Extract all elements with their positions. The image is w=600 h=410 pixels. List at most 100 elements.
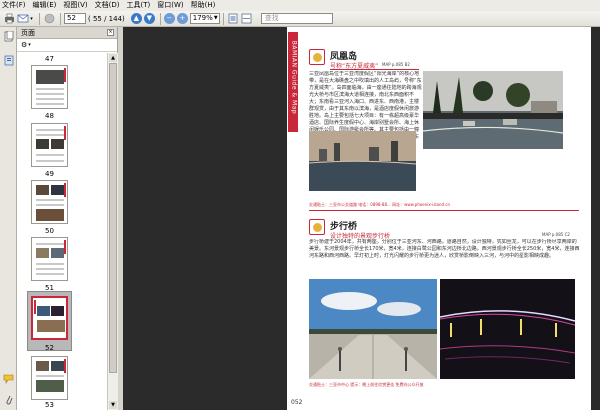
menu-view[interactable]: 视图(V) <box>63 0 87 11</box>
side-banner: BAMIAN Guide & Map <box>288 32 298 132</box>
thumbnail-marker <box>64 240 66 254</box>
arrow-down-icon: ▼ <box>146 14 152 22</box>
page-number-input[interactable]: 52 <box>64 13 86 24</box>
paperclip-icon[interactable] <box>3 394 14 405</box>
section2-text: 步行桥建于2004年，共有两座，分别位于三亚河东、河西路。道路自然，设计独特，犹… <box>309 239 580 259</box>
thumbnail-photo <box>36 248 49 258</box>
zoom-out-button[interactable]: − <box>163 13 175 24</box>
page-input-group: 52 ( 55 / 144) <box>64 13 129 25</box>
minus-icon: − <box>166 14 173 22</box>
thumbnail-scrollbar[interactable]: ▲ ▼ <box>107 53 118 410</box>
section1-text-continued <box>418 151 583 195</box>
chevron-down-icon: ▾ <box>30 15 33 22</box>
section1-map-tag: MAP p.085 B2 <box>382 62 410 67</box>
chevron-down-icon: ▼ <box>213 15 218 21</box>
thumbnail-list: 47 48 49 50 51 52 53 <box>17 53 107 410</box>
page-thumbnail[interactable] <box>31 296 68 340</box>
search-input[interactable]: 查找 <box>260 13 333 24</box>
section2-map-tag: MAP p.085 C2 <box>542 232 570 237</box>
document-page: BAMIAN Guide & Map 凤凰岛 号称“东方夏威夷” MAP p.0… <box>287 27 591 410</box>
fit-width-button[interactable] <box>241 13 253 25</box>
menu-edit[interactable]: 编辑(E) <box>33 0 57 11</box>
menu-bar: 文件(F) 编辑(E) 视图(V) 文档(D) 工具(T) 窗口(W) 帮助(H… <box>0 0 600 11</box>
thumbnail-photo <box>37 306 50 316</box>
pages-panel-header: 页面 × <box>17 27 117 39</box>
menu-window[interactable]: 窗口(W) <box>157 0 183 11</box>
thumbnail-line <box>36 154 64 156</box>
envelope-icon <box>17 13 29 25</box>
next-page-button[interactable]: ▼ <box>143 13 155 24</box>
zoom-level-select[interactable]: 179% ▼ <box>189 13 220 24</box>
scroll-down-icon[interactable]: ▼ <box>109 401 117 409</box>
page-thumbnail[interactable] <box>31 237 68 281</box>
toolbar-separator <box>60 12 61 25</box>
toolbar-separator <box>159 12 161 25</box>
thumbnail-line <box>36 204 64 206</box>
thumbnail-photo <box>36 209 64 221</box>
pages-panel-icon[interactable] <box>3 31 14 42</box>
thumbnail-line <box>36 263 64 265</box>
side-banner-text: BAMIAN Guide & Map <box>290 40 298 115</box>
thumbnail-photo <box>51 306 64 316</box>
menu-tools[interactable]: 工具(T) <box>127 0 151 11</box>
section1-photo-top <box>423 71 563 149</box>
thumbnail-line <box>36 129 64 131</box>
page-count-label: ( 55 / 144) <box>88 14 125 23</box>
toolbar: ▾ 52 ( 55 / 144) ▲ ▼ − + 179% ▼ 查找 <box>0 11 600 27</box>
document-background <box>123 27 287 410</box>
menu-file[interactable]: 文件(F) <box>2 0 26 11</box>
thumbnail-marker <box>64 359 66 373</box>
section-logo-icon <box>309 219 325 235</box>
page-thumbnail[interactable] <box>31 356 68 400</box>
thumbnail-marker <box>64 183 66 197</box>
pages-panel: 页面 × ⚙ ▾ 47 48 49 50 51 52 53 ▲ ▼ <box>17 27 118 410</box>
hand-tool-button[interactable] <box>43 13 55 25</box>
fit-page-button[interactable] <box>227 13 239 25</box>
section2-photo-left <box>309 279 437 379</box>
thumbnail-label: 47 <box>45 55 54 63</box>
thumbnail-marker <box>64 68 66 82</box>
pages-panel-title: 页面 <box>21 28 35 37</box>
section2-info: 交通贴士：三亚市中心 提示：晚上前往欣赏更佳 免费向公众开放 <box>309 382 424 387</box>
thumbnail-photo <box>36 70 64 84</box>
section1-info: 交通贴士：三亚市公交道路 电话：0898-88... 网址：www.phoeni… <box>309 202 451 207</box>
thumbnail-photo <box>36 380 64 392</box>
scroll-up-icon[interactable]: ▲ <box>109 54 117 62</box>
chevron-down-icon: ▾ <box>28 42 31 48</box>
page-thumbnail[interactable] <box>31 65 68 109</box>
section1-photo-bottom <box>309 131 416 191</box>
options-icon: ⚙ <box>21 41 28 49</box>
previous-page-button[interactable]: ▲ <box>130 13 142 24</box>
thumbnail-photo <box>36 139 49 149</box>
thumbnail-line <box>36 273 64 275</box>
bookmarks-icon[interactable] <box>3 55 14 66</box>
section-divider <box>309 210 579 211</box>
thumbnail-line <box>36 103 64 105</box>
print-button[interactable] <box>3 13 15 25</box>
scrollbar-thumb[interactable] <box>109 63 117 373</box>
page-thumbnail[interactable] <box>31 180 68 224</box>
email-button[interactable]: ▾ <box>17 13 34 25</box>
document-background-right <box>591 27 600 410</box>
thumbnail-photo <box>51 361 64 371</box>
toolbar-separator <box>39 12 40 25</box>
pages-panel-options[interactable]: ⚙ ▾ <box>17 39 117 52</box>
arrow-up-icon: ▲ <box>133 14 139 22</box>
thumbnail-line <box>36 243 64 245</box>
menu-help[interactable]: 帮助(H) <box>191 0 216 11</box>
section-logo-icon <box>309 49 325 65</box>
thumbnail-photo <box>51 248 64 258</box>
section1-underline <box>330 69 419 70</box>
thumbnail-marker <box>34 300 36 314</box>
close-icon[interactable]: × <box>107 29 114 36</box>
thumbnail-photo <box>51 185 64 195</box>
page-thumbnail[interactable] <box>31 123 68 167</box>
zoom-level-value: 179% <box>192 14 213 22</box>
comments-icon[interactable] <box>3 373 14 384</box>
navigation-strip <box>0 27 17 410</box>
thumbnail-line <box>36 375 64 377</box>
zoom-in-button[interactable]: + <box>176 13 188 24</box>
fit-page-icon <box>227 13 239 25</box>
menu-document[interactable]: 文档(D) <box>95 0 120 11</box>
toolbar-separator <box>222 12 224 25</box>
